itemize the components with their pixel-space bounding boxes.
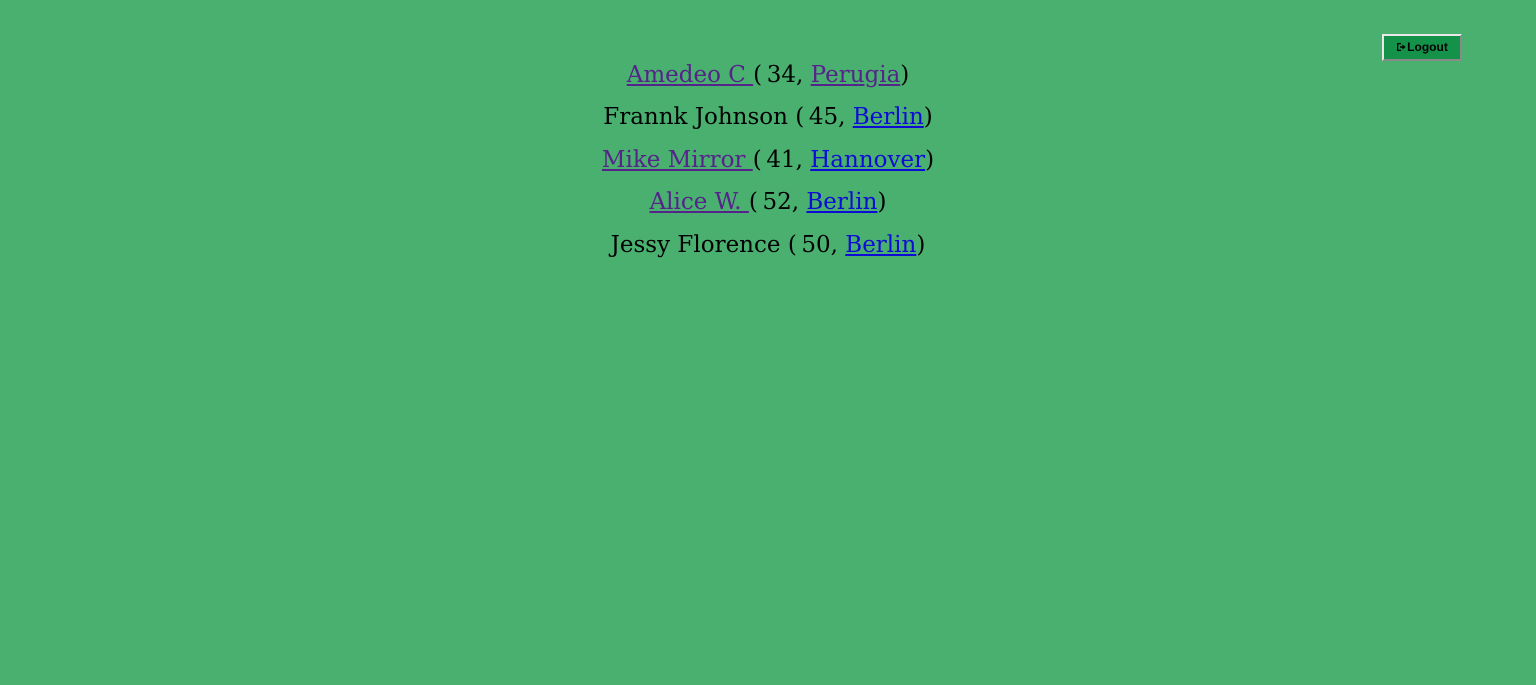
people-list: Amedeo C ( 34, Perugia) Frannk Johnson (… [0,54,1536,266]
sign-out-icon [1397,43,1406,51]
person-age: 52 [762,189,792,216]
person-row: Amedeo C ( 34, Perugia) [626,62,910,88]
person-age: 41 [766,146,796,173]
person-age: 50 [801,231,831,258]
person-name-link[interactable]: Alice W. [650,189,749,215]
person-row: Frannk Johnson ( 45, Berlin) [603,104,933,131]
person-row: Jessy Florence ( 50, Berlin) [610,231,926,258]
person-name-link[interactable]: Amedeo C [627,62,753,88]
person-city-link[interactable]: Hannover [810,147,925,173]
person-city-link[interactable]: Berlin [853,104,924,130]
person-row: Mike Mirror ( 41, Hannover) [601,146,935,173]
person-name: Frannk Johnson [603,104,796,131]
person-age: 34 [766,62,797,88]
person-name-link[interactable]: Mike Mirror [602,147,753,173]
person-row: Alice W. ( 52, Berlin) [649,189,887,216]
person-city-link[interactable]: Perugia [811,62,901,88]
person-city-link[interactable]: Berlin [845,232,916,258]
person-name: Jessy Florence [610,231,788,258]
logout-label: Logout [1407,40,1448,54]
person-age: 45 [808,104,839,131]
person-city-link[interactable]: Berlin [806,189,877,215]
